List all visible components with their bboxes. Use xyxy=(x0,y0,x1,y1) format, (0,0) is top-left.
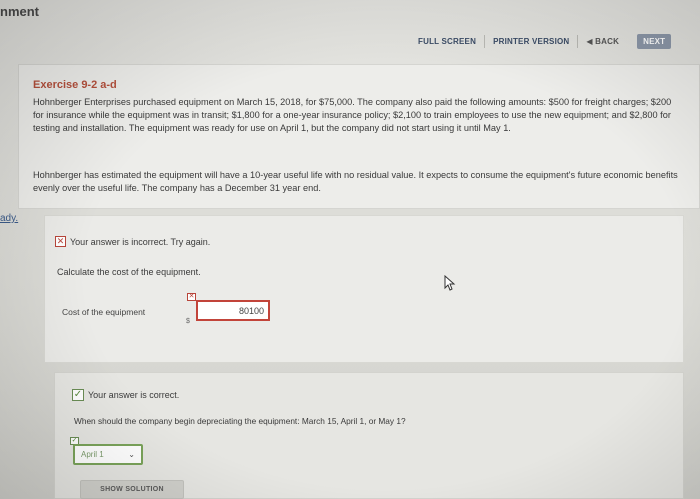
page-title: nment xyxy=(0,4,39,19)
field-incorrect-icon: ✕ xyxy=(187,293,196,301)
part-b-status-text: Your answer is correct. xyxy=(88,390,180,400)
part-b-status: ✓ Your answer is correct. xyxy=(72,389,179,401)
correct-icon: ✓ xyxy=(72,389,84,401)
exercise-title: Exercise 9-2 a-d xyxy=(33,79,117,91)
depreciation-start-select[interactable]: April 1 ⌄ xyxy=(73,444,143,465)
exercise-panel: Exercise 9-2 a-d Hohnberger Enterprises … xyxy=(18,64,700,209)
mouse-cursor-icon xyxy=(444,275,456,291)
side-link[interactable]: ady. xyxy=(0,213,18,224)
cost-field-label: Cost of the equipment xyxy=(62,307,146,317)
chevron-down-icon: ⌄ xyxy=(128,450,135,459)
cost-input[interactable]: 80100 xyxy=(196,300,270,321)
selected-option: April 1 xyxy=(81,450,104,459)
next-button[interactable]: NEXT xyxy=(637,33,672,49)
exercise-paragraph-2: Hohnberger has estimated the equipment w… xyxy=(33,170,678,193)
toolbar: FULL SCREEN PRINTER VERSION ◀ BACK NEXT xyxy=(410,33,700,49)
part-a-status: ✕ Your answer is incorrect. Try again. xyxy=(55,236,210,247)
screen: nment FULL SCREEN PRINTER VERSION ◀ BACK… xyxy=(0,0,700,499)
part-b-question: When should the company begin depreciati… xyxy=(74,416,406,426)
currency-symbol: $ xyxy=(186,318,190,325)
show-solution-button[interactable]: SHOW SOLUTION xyxy=(80,480,184,499)
incorrect-icon: ✕ xyxy=(55,236,66,247)
full-screen-button[interactable]: FULL SCREEN xyxy=(410,34,486,48)
exercise-paragraph-1: Hohnberger Enterprises purchased equipme… xyxy=(33,97,672,133)
printer-version-button[interactable]: PRINTER VERSION xyxy=(485,34,579,48)
part-a-question: Calculate the cost of the equipment. xyxy=(57,267,201,277)
part-a-status-text: Your answer is incorrect. Try again. xyxy=(70,236,211,247)
back-button[interactable]: ◀ BACK xyxy=(578,35,627,48)
